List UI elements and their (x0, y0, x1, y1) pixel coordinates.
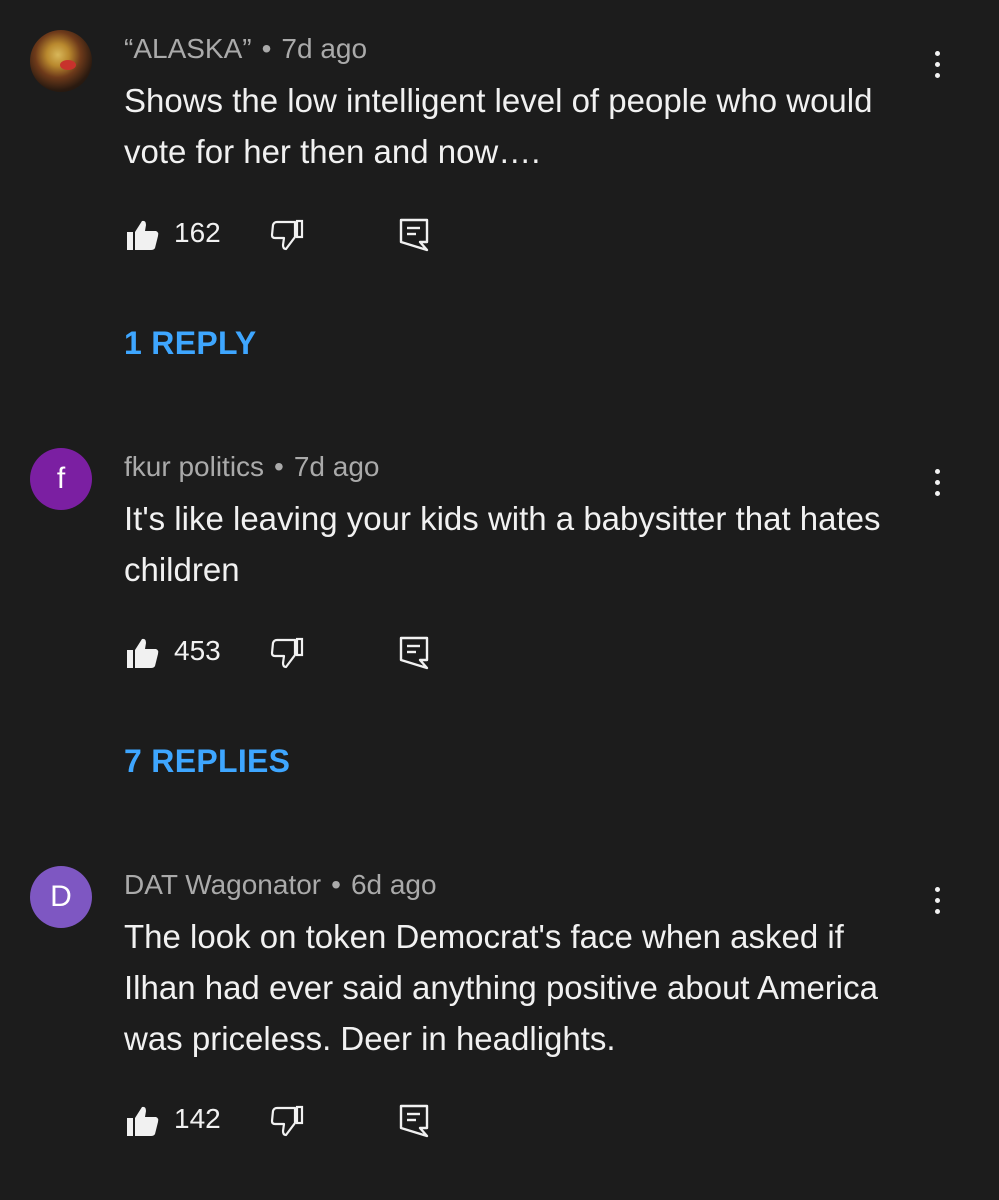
thumbs-up-icon[interactable] (126, 637, 160, 669)
meta-separator: • (331, 869, 341, 900)
like-count: 142 (174, 1103, 221, 1134)
thumbs-down-icon[interactable] (270, 637, 304, 669)
comment-actions: 162 (126, 215, 446, 255)
more-vertical-icon[interactable] (922, 462, 952, 502)
comment-author[interactable]: fkur politics (124, 451, 264, 482)
comment-time: 7d ago (281, 33, 368, 64)
more-vertical-icon[interactable] (922, 880, 952, 920)
meta-separator: • (261, 33, 272, 64)
avatar[interactable]: D (30, 866, 92, 928)
comment-author[interactable]: DAT Wagonator (124, 869, 321, 900)
comment-author[interactable]: “ALASKA” (124, 33, 252, 64)
like-count: 453 (174, 635, 221, 666)
view-replies-link[interactable]: 7 REPLIES (124, 743, 290, 780)
meta-separator: • (274, 451, 284, 482)
avatar[interactable] (30, 30, 92, 92)
reply-comment-icon[interactable] (398, 217, 430, 253)
comment-text: The look on token Democrat's face when a… (124, 918, 878, 1057)
comment-actions: 453 (126, 633, 446, 673)
view-replies-link[interactable]: 1 REPLY (124, 325, 257, 362)
comment-time: 7d ago (293, 451, 380, 482)
thumbs-up-icon[interactable] (126, 1105, 160, 1137)
comment-text: It's like leaving your kids with a babys… (124, 500, 881, 588)
comment-meta: fkur politics • 7d ago (124, 451, 380, 483)
more-vertical-icon[interactable] (922, 44, 952, 84)
avatar[interactable]: f (30, 448, 92, 510)
comment-meta: DAT Wagonator • 6d ago (124, 869, 437, 901)
reply-comment-icon[interactable] (398, 635, 430, 671)
thumbs-up-icon[interactable] (126, 219, 160, 251)
comment-meta: “ALASKA” • 7d ago (124, 33, 367, 65)
thumbs-down-icon[interactable] (270, 219, 304, 251)
comment-actions: 142 (126, 1101, 446, 1141)
like-count: 162 (174, 217, 221, 248)
comment-text: Shows the low intelligent level of peopl… (124, 82, 873, 170)
comment-time: 6d ago (350, 869, 437, 900)
reply-comment-icon[interactable] (398, 1103, 430, 1139)
thumbs-down-icon[interactable] (270, 1105, 304, 1137)
